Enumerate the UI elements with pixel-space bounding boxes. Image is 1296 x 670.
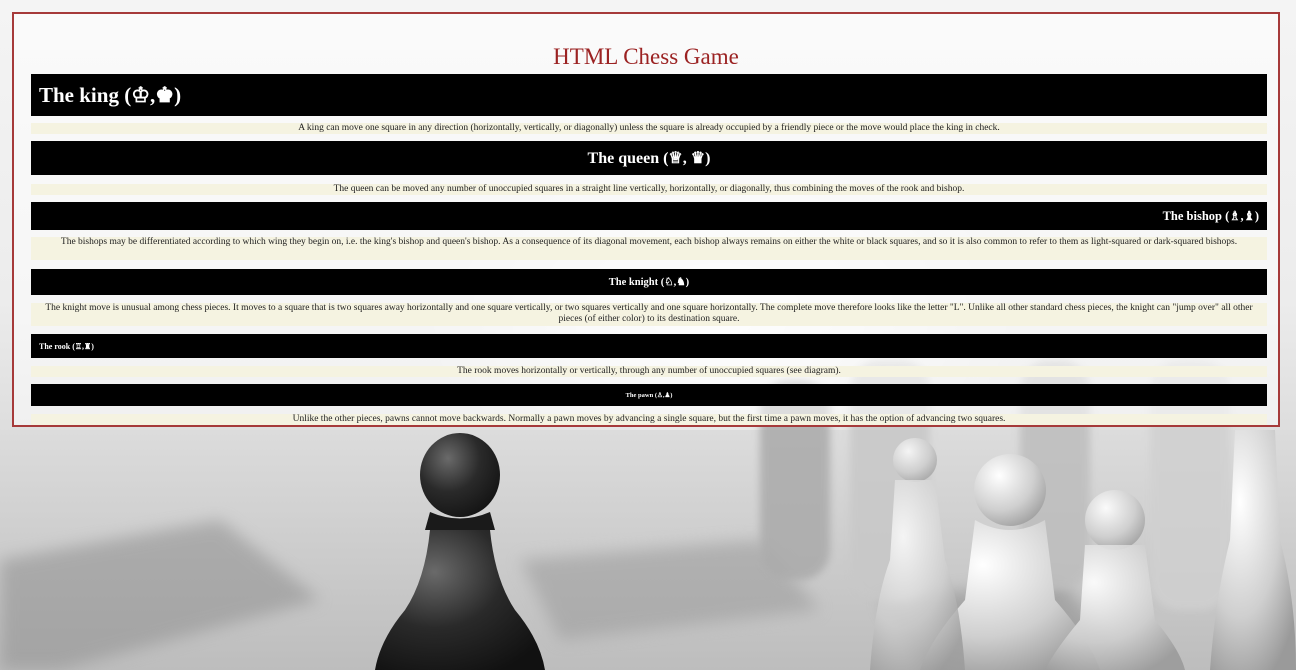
bishop-description: The bishops may be differentiated accord… xyxy=(60,237,1238,247)
content-panel: HTML Chess Game The king (♔,♚) A king ca… xyxy=(12,12,1280,427)
section-header-king: The king (♔,♚) xyxy=(31,74,1267,116)
section-desc-pawn: Unlike the other pieces, pawns cannot mo… xyxy=(31,414,1267,425)
section-desc-queen: The queen can be moved any number of uno… xyxy=(31,184,1267,195)
rook-heading: The rook (♖,♜) xyxy=(39,341,94,351)
king-heading: The king (♔,♚) xyxy=(39,82,182,107)
section-header-queen: The queen (♕, ♛) xyxy=(31,141,1267,175)
king-description: A king can move one square in any direct… xyxy=(298,123,1000,133)
section-desc-knight: The knight move is unusual among chess p… xyxy=(31,303,1267,326)
knight-description: The knight move is unusual among chess p… xyxy=(45,303,1253,324)
knight-heading: The knight (♘,♞) xyxy=(608,277,690,288)
section-header-bishop: The bishop (♗,♝) xyxy=(31,202,1267,230)
pawn-heading: The pawn (♙,♟) xyxy=(625,392,673,399)
queen-description: The queen can be moved any number of uno… xyxy=(333,184,965,194)
section-header-knight: The knight (♘,♞) xyxy=(31,269,1267,295)
section-desc-bishop: The bishops may be differentiated accord… xyxy=(31,237,1267,260)
section-header-pawn: The pawn (♙,♟) xyxy=(31,384,1267,406)
rook-description: The rook moves horizontally or verticall… xyxy=(457,366,841,376)
section-desc-king: A king can move one square in any direct… xyxy=(31,123,1267,134)
queen-heading: The queen (♕, ♛) xyxy=(587,150,711,167)
pawn-description: Unlike the other pieces, pawns cannot mo… xyxy=(292,414,1006,424)
section-desc-rook: The rook moves horizontally or verticall… xyxy=(31,366,1267,377)
page-title: HTML Chess Game xyxy=(553,44,739,69)
bishop-heading: The bishop (♗,♝) xyxy=(1162,209,1259,223)
section-header-rook: The rook (♖,♜) xyxy=(31,334,1267,358)
